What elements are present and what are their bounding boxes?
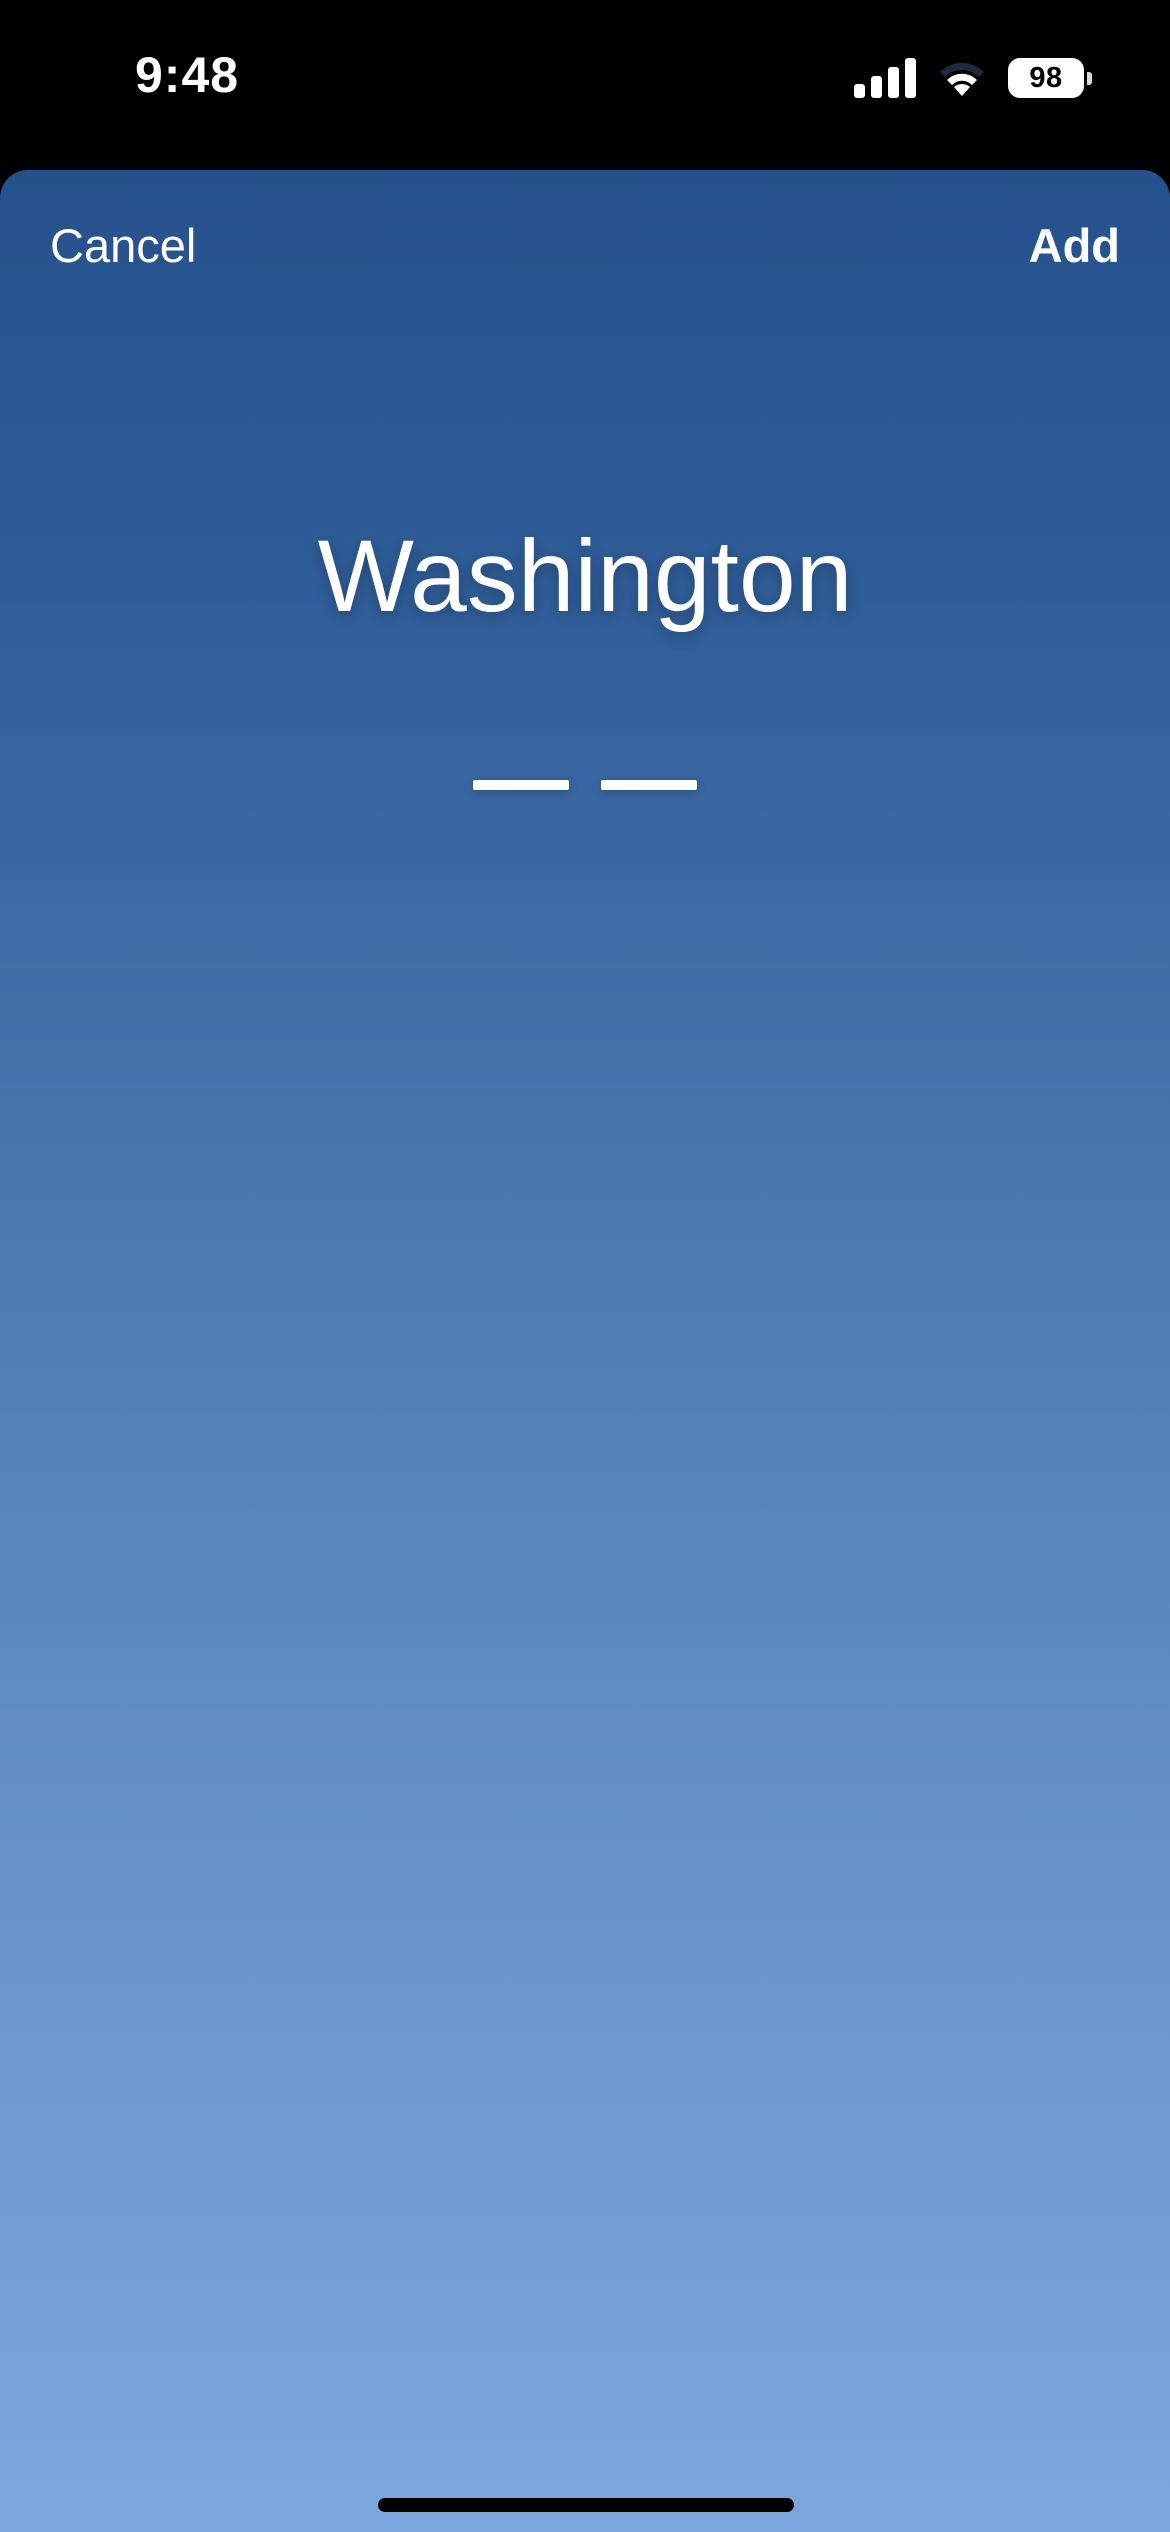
cellular-signal-icon [854,58,916,98]
temperature-dash [473,780,569,790]
screen: 9:48 98 Cancel Add Washington [0,0,1170,2532]
status-icons: 98 [854,56,1092,100]
cancel-button[interactable]: Cancel [50,218,196,273]
temperature-dash [601,780,697,790]
battery-level: 98 [1008,58,1084,98]
battery-icon: 98 [1008,58,1092,98]
city-name: Washington [317,519,853,633]
battery-tip [1087,71,1092,85]
status-time: 9:48 [135,47,240,103]
temperature-placeholder [0,780,1170,790]
home-indicator[interactable] [378,2498,794,2512]
add-location-sheet: Cancel Add Washington [0,170,1170,2532]
add-button[interactable]: Add [1029,218,1120,273]
wifi-icon [940,62,984,96]
status-bar: 9:48 98 [0,0,1170,160]
